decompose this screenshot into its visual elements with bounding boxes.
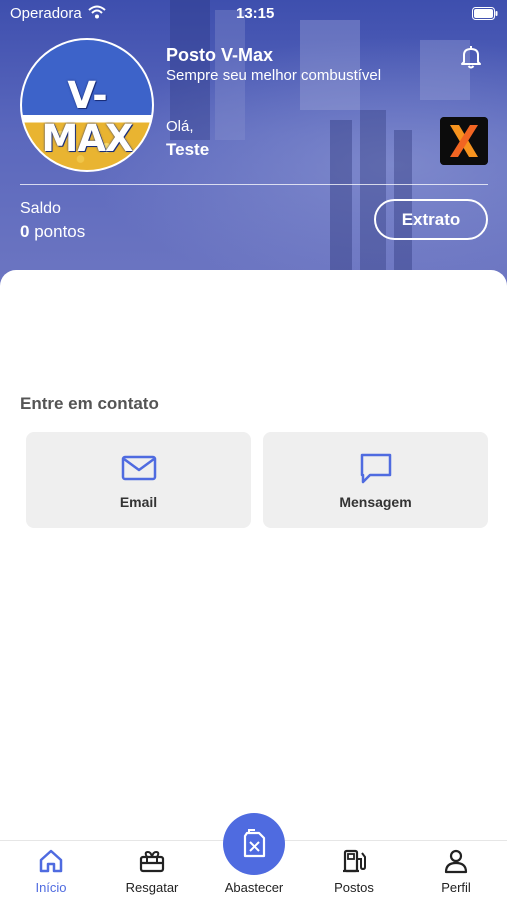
extrato-button[interactable]: Extrato	[374, 199, 488, 240]
clock: 13:15	[236, 5, 275, 22]
email-label: Email	[119, 494, 158, 510]
mail-icon	[121, 455, 156, 481]
tab-perfil[interactable]: Perfil	[416, 841, 496, 900]
tab-perfil-label: Perfil	[441, 880, 471, 895]
abastecer-fab-button[interactable]	[223, 813, 285, 875]
tab-inicio-label: Início	[35, 880, 67, 895]
wifi-icon	[88, 5, 106, 19]
balance-unit: pontos	[34, 222, 86, 241]
station-name: Posto V-Max	[166, 45, 274, 65]
station-slogan: Sempre seu melhor combustível	[166, 67, 382, 84]
contact-section-title: Entre em contato	[20, 394, 159, 413]
partner-x-logo-icon	[440, 117, 488, 165]
tab-postos-label: Postos	[334, 880, 374, 895]
battery-icon	[472, 7, 498, 20]
gift-icon	[139, 850, 165, 873]
tab-inicio[interactable]: Início	[11, 841, 91, 900]
tab-postos[interactable]: Postos	[314, 841, 394, 900]
tab-resgatar-label: Resgatar	[125, 880, 179, 895]
gas-pump-icon	[343, 849, 366, 873]
message-label: Mensagem	[339, 494, 412, 510]
notification-bell-icon[interactable]	[458, 44, 484, 70]
fuel-can-icon	[243, 829, 266, 858]
contact-email-card[interactable]: Email	[26, 432, 251, 528]
chat-icon	[360, 453, 391, 484]
tab-abastecer-label: Abastecer	[224, 880, 284, 895]
user-icon	[444, 849, 468, 874]
logo-text: V-MAX	[41, 74, 134, 160]
app-screen: Operadora 13:15 V-MAX Posto V-Max Sempre…	[0, 0, 507, 900]
header: Operadora 13:15 V-MAX Posto V-Max Sempre…	[0, 0, 507, 300]
home-icon	[39, 849, 63, 873]
balance-points: 0	[20, 222, 30, 241]
contact-message-card[interactable]: Mensagem	[263, 432, 488, 528]
tab-resgatar[interactable]: Resgatar	[112, 841, 192, 900]
header-divider	[20, 184, 488, 185]
station-logo: V-MAX	[20, 38, 154, 172]
user-name: Teste	[166, 140, 210, 159]
balance-value: 0 pontos	[20, 222, 85, 242]
carrier-label: Operadora	[10, 5, 82, 22]
balance-label: Saldo	[20, 200, 61, 217]
greeting: Olá,	[166, 118, 194, 135]
status-bar: Operadora 13:15	[0, 0, 507, 28]
content-sheet: Entre em contato Email Mensagem	[0, 270, 507, 840]
